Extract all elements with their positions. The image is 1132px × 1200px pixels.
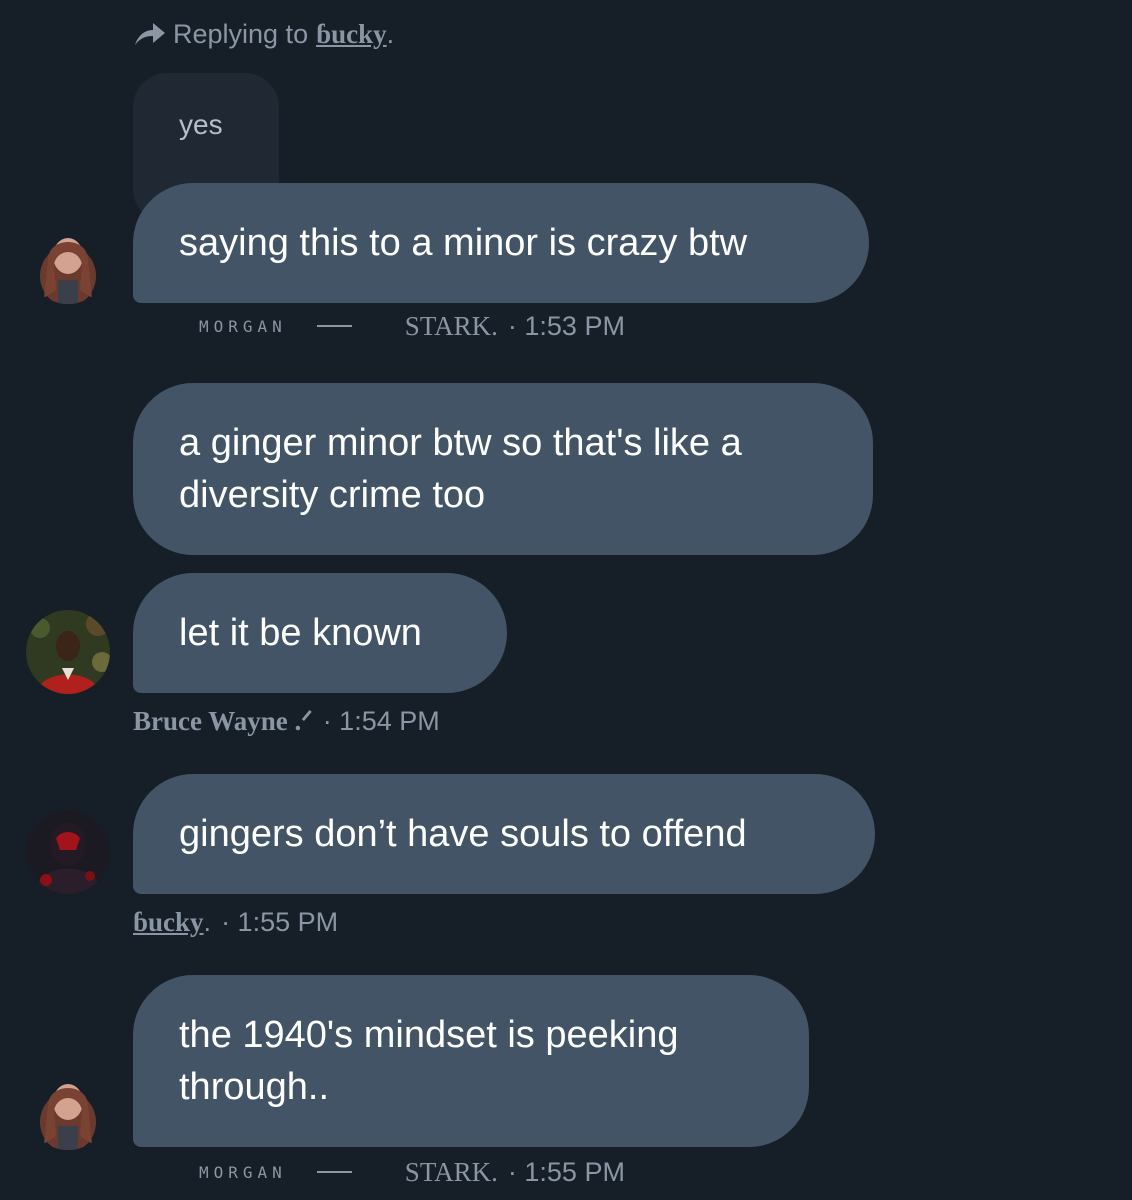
avatar-morgan[interactable] (26, 1066, 110, 1150)
timestamp: · 1:53 PM (507, 310, 625, 341)
message-text: gingers don’t have souls to offend (179, 813, 747, 855)
message-bubble[interactable]: a ginger minor btw so that's like a dive… (133, 383, 873, 555)
timestamp: · 1:54 PM (322, 705, 440, 736)
avatar-bruce[interactable] (26, 610, 110, 694)
reply-handle-link[interactable]: ɓucky (316, 19, 387, 50)
sender-name[interactable]: ɓucky (133, 907, 204, 938)
sender-name-suffix: . (203, 906, 212, 937)
sender-name-part[interactable]: STARK. (405, 1157, 498, 1188)
message-meta: MORGAN STARK. · 1:55 PM (133, 1152, 625, 1192)
message-bubble[interactable]: saying this to a minor is crazy btw (133, 183, 869, 303)
dm-conversation: Replying to ɓucky . yes saying this to a… (0, 0, 1132, 1200)
name-divider (316, 325, 375, 327)
reply-prefix: Replying to (173, 18, 309, 49)
sender-name-part[interactable]: MORGAN (199, 317, 287, 336)
name-divider (316, 1171, 375, 1173)
message-text: the 1940's mindset is peeking through.. (179, 1014, 679, 1108)
message-bubble[interactable]: let it be known (133, 573, 507, 693)
timestamp: · 1:55 PM (221, 906, 339, 937)
sender-name-part[interactable]: STARK. (405, 311, 498, 342)
message-bubble[interactable]: the 1940's mindset is peeking through.. (133, 975, 809, 1147)
message-text: a ginger minor btw so that's like a dive… (179, 422, 742, 516)
avatar-bucky[interactable] (26, 810, 110, 894)
sender-name[interactable]: Bruce Wayne .ᐟ (133, 706, 313, 737)
message-meta: ɓucky . · 1:55 PM (133, 902, 338, 942)
reply-suffix: . (386, 18, 395, 49)
avatar-morgan[interactable] (26, 220, 110, 304)
message-text: let it be known (179, 612, 422, 654)
sender-name-part[interactable]: MORGAN (199, 1163, 287, 1182)
message-bubble[interactable]: gingers don’t have souls to offend (133, 774, 875, 894)
reply-header: Replying to ɓucky . (133, 14, 394, 54)
message-meta: MORGAN STARK. · 1:53 PM (133, 306, 625, 346)
reply-arrow-icon (135, 23, 165, 45)
message-text: saying this to a minor is crazy btw (179, 222, 748, 264)
message-meta: Bruce Wayne .ᐟ · 1:54 PM (133, 701, 440, 741)
quoted-message-text: yes (179, 109, 223, 140)
timestamp: · 1:55 PM (507, 1156, 625, 1187)
